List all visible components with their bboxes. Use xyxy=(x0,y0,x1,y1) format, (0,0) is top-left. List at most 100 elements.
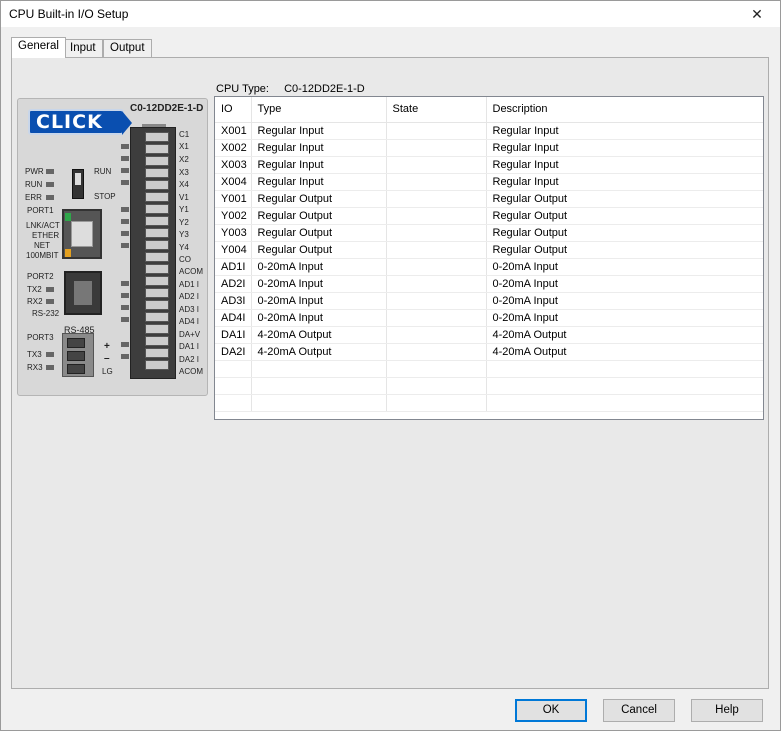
cell-description[interactable]: Regular Input xyxy=(486,122,763,140)
cell-description[interactable] xyxy=(486,377,763,395)
cell-state[interactable] xyxy=(386,122,487,140)
ok-button[interactable]: OK xyxy=(515,699,587,722)
cell-description[interactable]: Regular Output xyxy=(486,224,763,242)
cell-state[interactable] xyxy=(386,377,487,395)
cell-state[interactable] xyxy=(386,275,487,293)
column-header-description[interactable]: Description xyxy=(486,97,763,123)
cell-type[interactable]: Regular Input xyxy=(251,173,387,191)
cell-state[interactable] xyxy=(386,139,487,157)
cell-state[interactable] xyxy=(386,309,487,327)
cell-state[interactable] xyxy=(386,394,487,412)
table-row[interactable]: X003 Regular Input Regular Input xyxy=(215,156,763,174)
cell-io[interactable]: DA1I xyxy=(215,326,252,344)
cell-state[interactable] xyxy=(386,241,487,259)
cell-type[interactable] xyxy=(251,394,387,412)
table-row[interactable]: DA1I 4-20mA Output 4-20mA Output xyxy=(215,326,763,344)
cell-state[interactable] xyxy=(386,326,487,344)
cell-type[interactable]: Regular Input xyxy=(251,122,387,140)
cancel-button[interactable]: Cancel xyxy=(603,699,675,722)
cell-io[interactable]: AD2I xyxy=(215,275,252,293)
cell-type[interactable]: 0-20mA Input xyxy=(251,275,387,293)
cell-state[interactable] xyxy=(386,343,487,361)
table-row[interactable]: X004 Regular Input Regular Input xyxy=(215,173,763,191)
tab-general[interactable]: General xyxy=(11,37,66,58)
cell-type[interactable]: Regular Output xyxy=(251,190,387,208)
cell-description[interactable]: 0-20mA Input xyxy=(486,258,763,276)
cell-description[interactable]: 0-20mA Input xyxy=(486,309,763,327)
cell-type[interactable]: 0-20mA Input xyxy=(251,309,387,327)
plc-label-ether: ETHER xyxy=(32,231,60,240)
cell-type[interactable]: 4-20mA Output xyxy=(251,326,387,344)
column-header-io[interactable]: IO xyxy=(215,97,252,123)
cell-io[interactable] xyxy=(215,394,252,412)
table-row[interactable]: AD1I 0-20mA Input 0-20mA Input xyxy=(215,258,763,276)
cell-state[interactable] xyxy=(386,173,487,191)
io-table[interactable]: IO Type State Description X001 Regular In… xyxy=(214,96,764,420)
cell-description[interactable]: Regular Output xyxy=(486,207,763,225)
cell-io[interactable]: Y002 xyxy=(215,207,252,225)
table-row[interactable]: Y001 Regular Output Regular Output xyxy=(215,190,763,208)
cell-description[interactable]: Regular Output xyxy=(486,190,763,208)
cell-description[interactable]: 4-20mA Output xyxy=(486,326,763,344)
cell-type[interactable]: 0-20mA Input xyxy=(251,258,387,276)
table-row[interactable] xyxy=(215,360,763,378)
table-row[interactable]: X001 Regular Input Regular Input xyxy=(215,122,763,140)
cell-io[interactable]: AD1I xyxy=(215,258,252,276)
cell-io[interactable]: Y003 xyxy=(215,224,252,242)
cell-state[interactable] xyxy=(386,224,487,242)
cell-state[interactable] xyxy=(386,258,487,276)
cell-type[interactable] xyxy=(251,377,387,395)
rs485-connector xyxy=(62,333,94,377)
cell-description[interactable]: 0-20mA Input xyxy=(486,275,763,293)
table-row[interactable]: AD2I 0-20mA Input 0-20mA Input xyxy=(215,275,763,293)
cell-io[interactable]: AD4I xyxy=(215,309,252,327)
cell-description[interactable]: 4-20mA Output xyxy=(486,343,763,361)
cell-description[interactable] xyxy=(486,360,763,378)
cell-type[interactable]: Regular Input xyxy=(251,156,387,174)
table-row[interactable]: AD3I 0-20mA Input 0-20mA Input xyxy=(215,292,763,310)
cell-state[interactable] xyxy=(386,156,487,174)
table-row[interactable]: AD4I 0-20mA Input 0-20mA Input xyxy=(215,309,763,327)
cell-state[interactable] xyxy=(386,207,487,225)
cell-type[interactable] xyxy=(251,360,387,378)
cell-state[interactable] xyxy=(386,292,487,310)
cell-description[interactable] xyxy=(486,394,763,412)
table-row[interactable]: Y002 Regular Output Regular Output xyxy=(215,207,763,225)
table-row[interactable] xyxy=(215,377,763,395)
cell-type[interactable]: Regular Output xyxy=(251,207,387,225)
cell-state[interactable] xyxy=(386,360,487,378)
cell-type[interactable]: Regular Input xyxy=(251,139,387,157)
cell-description[interactable]: Regular Input xyxy=(486,156,763,174)
cell-type[interactable]: 4-20mA Output xyxy=(251,343,387,361)
cell-io[interactable]: X004 xyxy=(215,173,252,191)
cell-type[interactable]: Regular Output xyxy=(251,224,387,242)
cell-description[interactable]: Regular Input xyxy=(486,173,763,191)
table-row[interactable]: DA2I 4-20mA Output 4-20mA Output xyxy=(215,343,763,361)
cell-io[interactable] xyxy=(215,377,252,395)
cell-io[interactable]: X003 xyxy=(215,156,252,174)
io-led xyxy=(121,281,129,286)
cell-io[interactable]: X002 xyxy=(215,139,252,157)
help-button[interactable]: Help xyxy=(691,699,763,722)
cell-description[interactable]: Regular Output xyxy=(486,241,763,259)
table-row[interactable]: X002 Regular Input Regular Input xyxy=(215,139,763,157)
cell-description[interactable]: 0-20mA Input xyxy=(486,292,763,310)
cell-type[interactable]: Regular Output xyxy=(251,241,387,259)
cell-state[interactable] xyxy=(386,190,487,208)
table-row[interactable]: Y003 Regular Output Regular Output xyxy=(215,224,763,242)
cell-io[interactable]: DA2I xyxy=(215,343,252,361)
table-row[interactable] xyxy=(215,394,763,412)
close-icon[interactable]: ✕ xyxy=(734,1,780,27)
column-header-state[interactable]: State xyxy=(386,97,487,123)
cell-io[interactable]: X001 xyxy=(215,122,252,140)
cell-description[interactable]: Regular Input xyxy=(486,139,763,157)
cell-type[interactable]: 0-20mA Input xyxy=(251,292,387,310)
cell-io[interactable]: Y004 xyxy=(215,241,252,259)
cell-io[interactable]: AD3I xyxy=(215,292,252,310)
table-row[interactable]: Y004 Regular Output Regular Output xyxy=(215,241,763,259)
column-header-type[interactable]: Type xyxy=(251,97,387,123)
tab-input[interactable]: Input xyxy=(63,39,103,57)
tab-output[interactable]: Output xyxy=(103,39,152,57)
cell-io[interactable] xyxy=(215,360,252,378)
cell-io[interactable]: Y001 xyxy=(215,190,252,208)
